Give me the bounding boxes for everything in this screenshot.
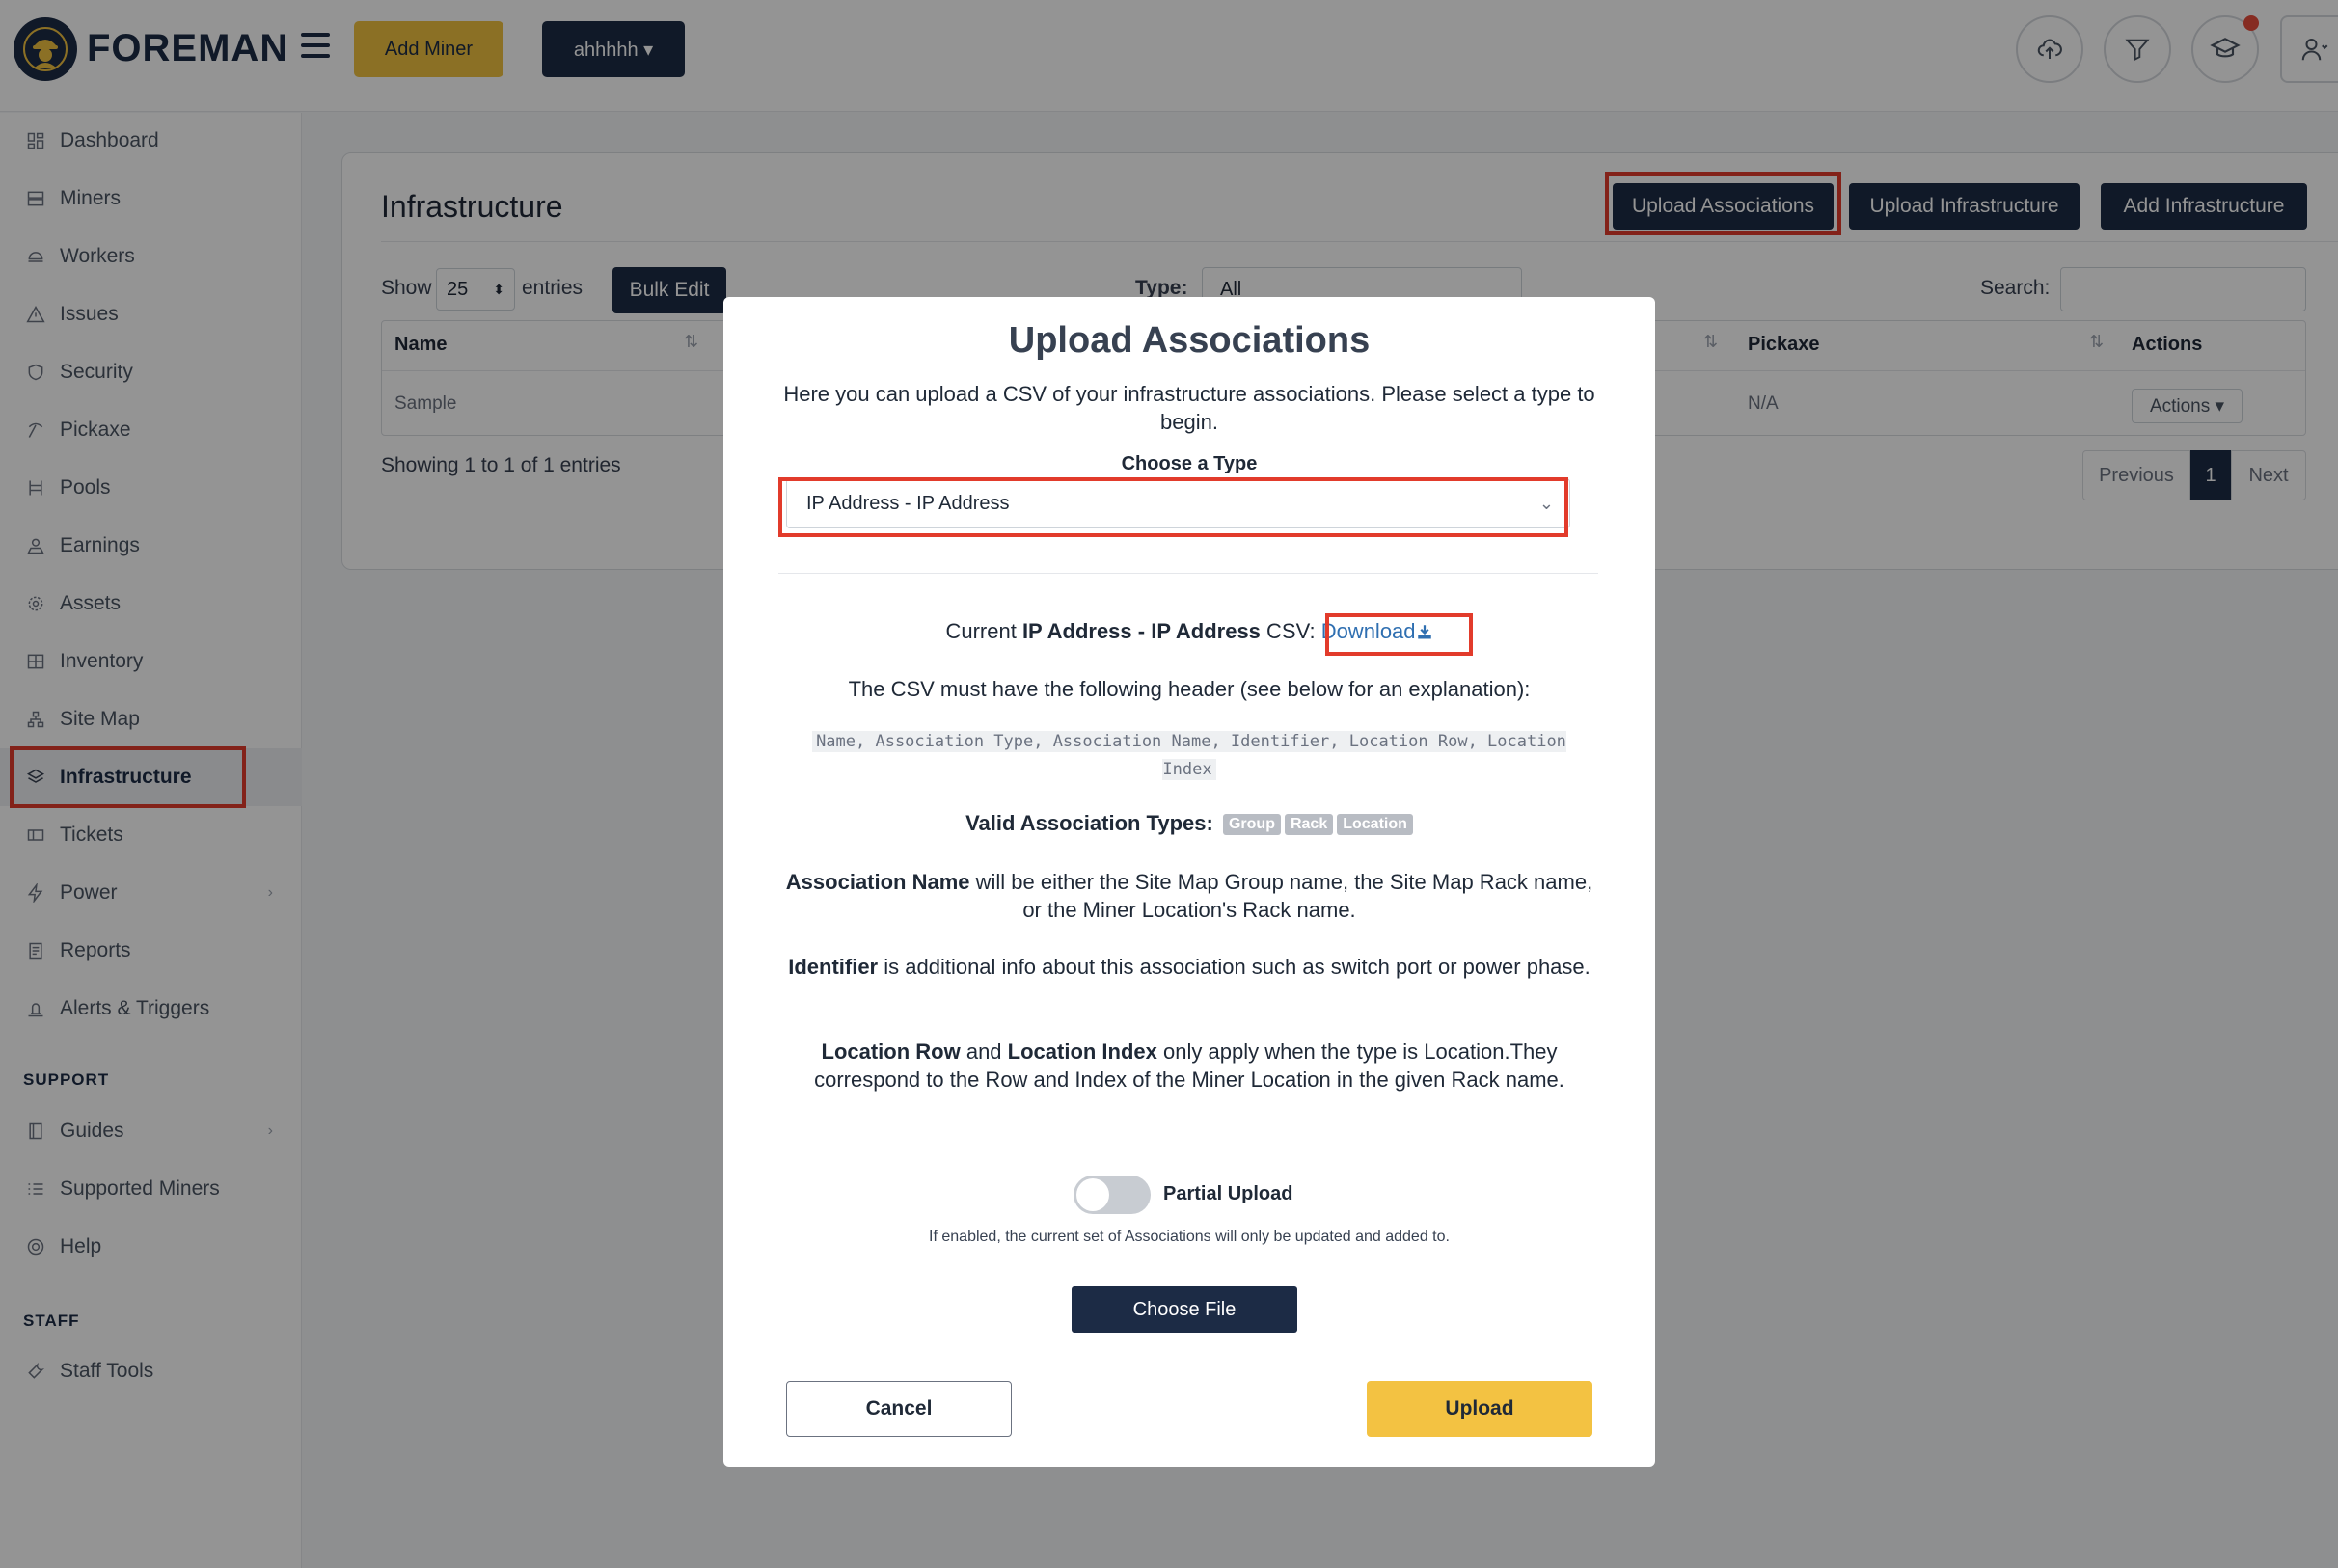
- current-type-name: IP Address - IP Address: [1021, 619, 1261, 643]
- type-badge-rack: Rack: [1284, 814, 1334, 836]
- toggle-knob: [1076, 1178, 1109, 1211]
- type-badge-location: Location: [1337, 814, 1413, 836]
- identifier-explanation: Identifier is additional info about this…: [776, 953, 1602, 981]
- upload-button[interactable]: Upload: [1367, 1381, 1592, 1437]
- modal-description: Here you can upload a CSV of your infras…: [783, 382, 1595, 434]
- association-name-term: Association Name: [785, 870, 970, 894]
- current-prefix: Current: [945, 619, 1022, 643]
- current-csv-line: Current IP Address - IP Address CSV: Dow…: [723, 619, 1655, 644]
- identifier-term: Identifier: [788, 955, 879, 979]
- csv-header-code: Name, Association Type, Association Name…: [786, 728, 1592, 784]
- partial-upload-toggle[interactable]: [1074, 1176, 1151, 1214]
- download-highlight-box: [1325, 613, 1473, 656]
- partial-upload-note: If enabled, the current set of Associati…: [929, 1229, 1450, 1245]
- type-select-highlight-box: [778, 477, 1568, 537]
- cancel-button[interactable]: Cancel: [786, 1381, 1012, 1437]
- csv-header-instruction: The CSV must have the following header (…: [848, 677, 1531, 701]
- location-and-text: and: [960, 1040, 1008, 1064]
- partial-upload-label: Partial Upload: [1163, 1183, 1293, 1204]
- csv-header-text: Name, Association Type, Association Name…: [812, 731, 1566, 780]
- location-explanation: Location Row and Location Index only app…: [776, 1038, 1602, 1094]
- association-name-text: will be either the Site Map Group name, …: [969, 870, 1593, 922]
- choose-file-button[interactable]: Choose File: [1072, 1286, 1297, 1333]
- valid-types-label: Valid Association Types:: [965, 811, 1213, 835]
- location-row-term: Location Row: [821, 1040, 961, 1064]
- identifier-text: is additional info about this associatio…: [878, 955, 1590, 979]
- type-badge-group: Group: [1222, 814, 1281, 836]
- association-name-explanation: Association Name will be either the Site…: [776, 868, 1602, 924]
- modal-title: Upload Associations: [1008, 320, 1371, 361]
- upload-associations-modal: Upload Associations Here you can upload …: [723, 297, 1655, 1467]
- modal-divider: [778, 573, 1598, 574]
- valid-types-line: Valid Association Types: Group Rack Locati…: [723, 811, 1655, 836]
- choose-type-label: Choose a Type: [1121, 453, 1258, 474]
- current-suffix: CSV:: [1260, 619, 1321, 643]
- location-index-term: Location Index: [1007, 1040, 1157, 1064]
